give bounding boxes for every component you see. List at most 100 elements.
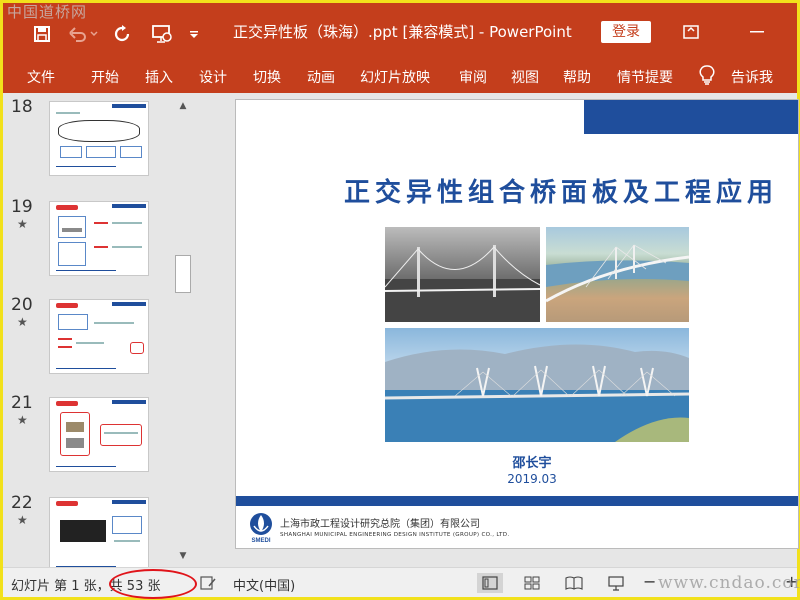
thumb-box xyxy=(120,146,142,158)
thumbnail-pane: 18 19 ★ 20 ★ 21 ★ 22 ★ xyxy=(3,93,173,572)
thumb-box xyxy=(130,342,144,354)
customize-qat-icon[interactable] xyxy=(187,23,201,45)
ribbon-tabs: 文件 开始 插入 设计 切换 动画 幻灯片放映 审阅 视图 帮助 情节提要 告诉… xyxy=(3,59,797,93)
organization-name-en: SHANGHAI MUNICIPAL ENGINEERING DESIGN IN… xyxy=(280,532,510,538)
bridge-photo-river xyxy=(546,227,689,322)
thumb-tag xyxy=(56,501,78,506)
tab-view[interactable]: 视图 xyxy=(511,67,539,87)
tab-file[interactable]: 文件 xyxy=(27,67,55,87)
normal-view-icon[interactable] xyxy=(477,573,503,593)
animation-star-icon: ★ xyxy=(17,315,28,329)
thumb-box xyxy=(60,146,82,158)
thumb-diagram xyxy=(58,120,140,142)
thumb-text xyxy=(58,338,72,340)
slide-thumbnail-22[interactable] xyxy=(49,497,149,572)
notes-icon[interactable] xyxy=(197,573,219,593)
thumb-footer xyxy=(56,466,116,467)
tab-review[interactable]: 审阅 xyxy=(459,67,487,87)
tab-transitions[interactable]: 切换 xyxy=(253,67,281,87)
thumb-box xyxy=(86,146,116,158)
thumb-text xyxy=(112,246,142,248)
undo-icon[interactable] xyxy=(67,23,89,45)
tab-home[interactable]: 开始 xyxy=(91,67,119,87)
thumb-box xyxy=(60,412,90,456)
thumb-text xyxy=(94,246,108,248)
thumb-text xyxy=(114,540,140,542)
thumb-tag xyxy=(56,205,78,210)
thumb-header-bar xyxy=(112,302,146,306)
thumb-figure xyxy=(66,438,84,448)
scroll-up-icon[interactable]: ▲ xyxy=(176,99,190,113)
organization-name-cn: 上海市政工程设计研究总院（集团）有限公司 xyxy=(280,519,480,530)
slide-thumbnail-21[interactable] xyxy=(49,397,149,472)
thumb-header-bar xyxy=(112,204,146,208)
scroll-down-icon[interactable]: ▼ xyxy=(176,549,190,563)
slide-header-bar xyxy=(584,100,798,134)
thumb-tag xyxy=(56,303,78,308)
minimize-icon[interactable] xyxy=(745,21,769,43)
smedi-logo: SMEDI xyxy=(248,512,274,544)
slide-title[interactable]: 正交异性组合桥面板及工程应用 xyxy=(236,172,798,209)
bridge-photo-aerial xyxy=(385,227,540,322)
reading-view-icon[interactable] xyxy=(563,573,585,593)
slide-thumbnail-19[interactable] xyxy=(49,201,149,276)
slide-thumbnail-20[interactable] xyxy=(49,299,149,374)
animation-star-icon: ★ xyxy=(17,217,28,231)
watermark-bottom: www.cndao.com xyxy=(658,573,800,593)
thumb-text xyxy=(76,342,104,344)
login-button[interactable]: 登录 xyxy=(601,21,651,43)
slide-show-icon[interactable] xyxy=(605,573,627,593)
thumb-header-bar xyxy=(112,400,146,404)
red-annotation-circle xyxy=(109,569,197,599)
slide-number: 18 xyxy=(11,97,33,117)
slide-date[interactable]: 2019.03 xyxy=(236,472,798,486)
thumb-box xyxy=(112,516,142,534)
tab-help[interactable]: 帮助 xyxy=(563,67,591,87)
thumb-footer xyxy=(56,270,116,271)
tab-slide-show[interactable]: 幻灯片放映 xyxy=(360,67,430,87)
title-bar: 中国道桥网 正交异性板（珠海）.ppt [兼容模式] - PowerPoint … xyxy=(3,3,797,59)
slide-author[interactable]: 邵长宇 xyxy=(236,452,798,471)
slide-sorter-icon[interactable] xyxy=(521,573,543,593)
thumb-text xyxy=(56,112,80,114)
lightbulb-icon[interactable] xyxy=(699,65,715,89)
slide-number: 20 xyxy=(11,295,33,315)
present-from-start-icon[interactable] xyxy=(149,23,175,45)
slide-canvas[interactable]: 正交异性组合桥面板及工程应用 邵长宇 2019.03 SMEDI 上海市政工程设… xyxy=(235,99,799,549)
zoom-out-button[interactable]: − xyxy=(643,572,656,591)
watermark-top: 中国道桥网 xyxy=(7,3,88,21)
thumb-figure xyxy=(66,422,84,432)
window-title: 正交异性板（珠海）.ppt [兼容模式] - PowerPoint xyxy=(233,23,572,41)
redo-icon[interactable] xyxy=(111,23,133,45)
thumb-box xyxy=(58,314,88,330)
tab-insert[interactable]: 插入 xyxy=(145,67,173,87)
animation-star-icon: ★ xyxy=(17,413,28,427)
save-icon[interactable] xyxy=(31,23,53,45)
undo-dropdown-icon[interactable] xyxy=(89,23,99,45)
thumb-footer xyxy=(56,368,116,369)
thumb-footer xyxy=(56,166,116,167)
thumb-figure xyxy=(62,228,82,232)
slide-footer-bar xyxy=(236,496,798,506)
tell-me-search[interactable]: 告诉我 xyxy=(731,67,773,87)
bridge-photo-cable-stayed xyxy=(385,328,689,442)
slide-number: 19 xyxy=(11,197,33,217)
thumb-text xyxy=(94,322,134,324)
thumb-text xyxy=(94,222,108,224)
ribbon-display-options-icon[interactable] xyxy=(679,21,703,43)
thumb-text xyxy=(58,346,72,348)
slide-thumbnail-18[interactable] xyxy=(49,101,149,176)
tab-animations[interactable]: 动画 xyxy=(307,67,335,87)
thumb-box xyxy=(58,216,86,238)
svg-text:SMEDI: SMEDI xyxy=(251,538,270,544)
thumb-tag xyxy=(56,401,78,406)
thumb-box xyxy=(58,242,86,266)
scroll-thumb[interactable] xyxy=(175,255,191,293)
tab-storyboarding[interactable]: 情节提要 xyxy=(617,67,673,87)
thumb-text xyxy=(112,222,142,224)
slide-number: 22 xyxy=(11,493,33,513)
language-status[interactable]: 中文(中国) xyxy=(233,575,295,594)
thumb-header-bar xyxy=(112,104,146,108)
tab-design[interactable]: 设计 xyxy=(199,67,227,87)
thumbnail-scrollbar[interactable]: ▲ ▼ xyxy=(173,95,193,567)
